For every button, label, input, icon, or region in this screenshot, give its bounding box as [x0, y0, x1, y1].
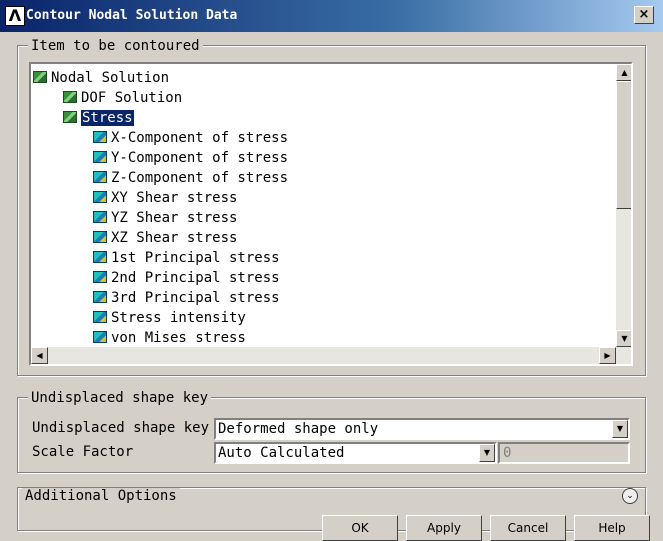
scale-factor-label: Scale Factor	[32, 444, 134, 460]
vertical-scroll-thumb[interactable]	[616, 81, 631, 209]
item-group-label: Item to be contoured	[28, 38, 203, 54]
shape-key-label: Undisplaced shape key	[32, 420, 210, 436]
tree-leaf-3rd-principal[interactable]: 3rd Principal stress	[93, 288, 280, 308]
apply-button[interactable]: Apply	[406, 515, 482, 541]
tree-node-label: YZ Shear stress	[111, 210, 238, 226]
tree-node-label: von Mises stress	[111, 330, 246, 346]
scale-factor-value: Auto Calculated	[218, 445, 345, 461]
ok-button[interactable]: OK	[322, 515, 398, 541]
horizontal-scrollbar[interactable]: ◀ ▶	[31, 347, 616, 364]
close-button[interactable]: ×	[634, 6, 654, 24]
scroll-left-arrow-icon[interactable]: ◀	[31, 347, 48, 364]
expand-chevron-icon[interactable]: ⌄	[622, 488, 638, 504]
tree-node-stress[interactable]: Stress	[63, 108, 134, 128]
folder-icon	[63, 91, 77, 103]
scroll-up-arrow-icon[interactable]: ▲	[616, 64, 631, 81]
tree-node-label: X-Component of stress	[111, 130, 289, 146]
cancel-button[interactable]: Cancel	[490, 515, 566, 541]
cube-icon	[93, 171, 107, 183]
cube-icon	[93, 271, 107, 283]
tree-leaf-yz-shear[interactable]: YZ Shear stress	[93, 208, 237, 228]
folder-icon	[33, 71, 47, 83]
ansys-logo-icon: Λ	[5, 6, 25, 26]
cube-icon	[93, 311, 107, 323]
tree-node-label: 3rd Principal stress	[111, 290, 280, 306]
dropdown-arrow-icon[interactable]: ▼	[612, 420, 628, 438]
tree-node-label: XZ Shear stress	[111, 230, 238, 246]
cube-icon	[93, 131, 107, 143]
cube-icon	[93, 231, 107, 243]
additional-options-label[interactable]: Additional Options	[22, 488, 180, 504]
tree-node-label: DOF Solution	[81, 90, 183, 106]
tree-leaf-z-component[interactable]: Z-Component of stress	[93, 168, 288, 188]
title-bar: Λ Contour Nodal Solution Data ×	[0, 0, 663, 32]
cube-icon	[93, 191, 107, 203]
tree-node-label-selected: Stress	[81, 110, 134, 126]
cube-icon	[93, 151, 107, 163]
tree-leaf-von-mises[interactable]: von Mises stress	[93, 328, 246, 348]
tree-node-nodal-solution[interactable]: Nodal Solution	[33, 68, 169, 88]
tree-leaf-y-component[interactable]: Y-Component of stress	[93, 148, 288, 168]
scroll-down-arrow-icon[interactable]: ▼	[616, 330, 631, 347]
tree-node-label: 1st Principal stress	[111, 250, 280, 266]
tree-leaf-stress-intensity[interactable]: Stress intensity	[93, 308, 246, 328]
tree-node-dof-solution[interactable]: DOF Solution	[63, 88, 182, 108]
help-button[interactable]: Help	[574, 515, 650, 541]
tree-leaf-1st-principal[interactable]: 1st Principal stress	[93, 248, 280, 268]
cube-icon	[93, 331, 107, 343]
solution-tree[interactable]: Nodal Solution DOF Solution Stress X-Com…	[29, 62, 633, 366]
tree-node-label: Y-Component of stress	[111, 150, 289, 166]
tree-leaf-2nd-principal[interactable]: 2nd Principal stress	[93, 268, 280, 288]
tree-node-label: 2nd Principal stress	[111, 270, 280, 286]
shape-key-dropdown[interactable]: Deformed shape only ▼	[214, 418, 630, 440]
scale-factor-dropdown[interactable]: Auto Calculated ▼	[214, 442, 497, 464]
tree-node-label: Nodal Solution	[51, 70, 170, 86]
tree-node-label: XY Shear stress	[111, 190, 238, 206]
tree-leaf-xz-shear[interactable]: XZ Shear stress	[93, 228, 237, 248]
cube-icon	[93, 251, 107, 263]
scale-factor-number-field: 0	[498, 442, 630, 464]
vertical-scrollbar[interactable]: ▲ ▼	[616, 64, 631, 364]
shape-group-label: Undisplaced shape key	[28, 390, 212, 406]
cube-icon	[93, 211, 107, 223]
dropdown-arrow-icon[interactable]: ▼	[479, 444, 495, 462]
tree-node-label: Stress intensity	[111, 310, 246, 326]
window-title: Contour Nodal Solution Data	[26, 8, 238, 23]
tree-leaf-x-component[interactable]: X-Component of stress	[93, 128, 288, 148]
folder-open-icon	[63, 111, 77, 123]
tree-node-label: Z-Component of stress	[111, 170, 289, 186]
shape-key-value: Deformed shape only	[218, 421, 379, 437]
scroll-right-arrow-icon[interactable]: ▶	[599, 347, 616, 364]
tree-leaf-xy-shear[interactable]: XY Shear stress	[93, 188, 237, 208]
cube-icon	[93, 291, 107, 303]
